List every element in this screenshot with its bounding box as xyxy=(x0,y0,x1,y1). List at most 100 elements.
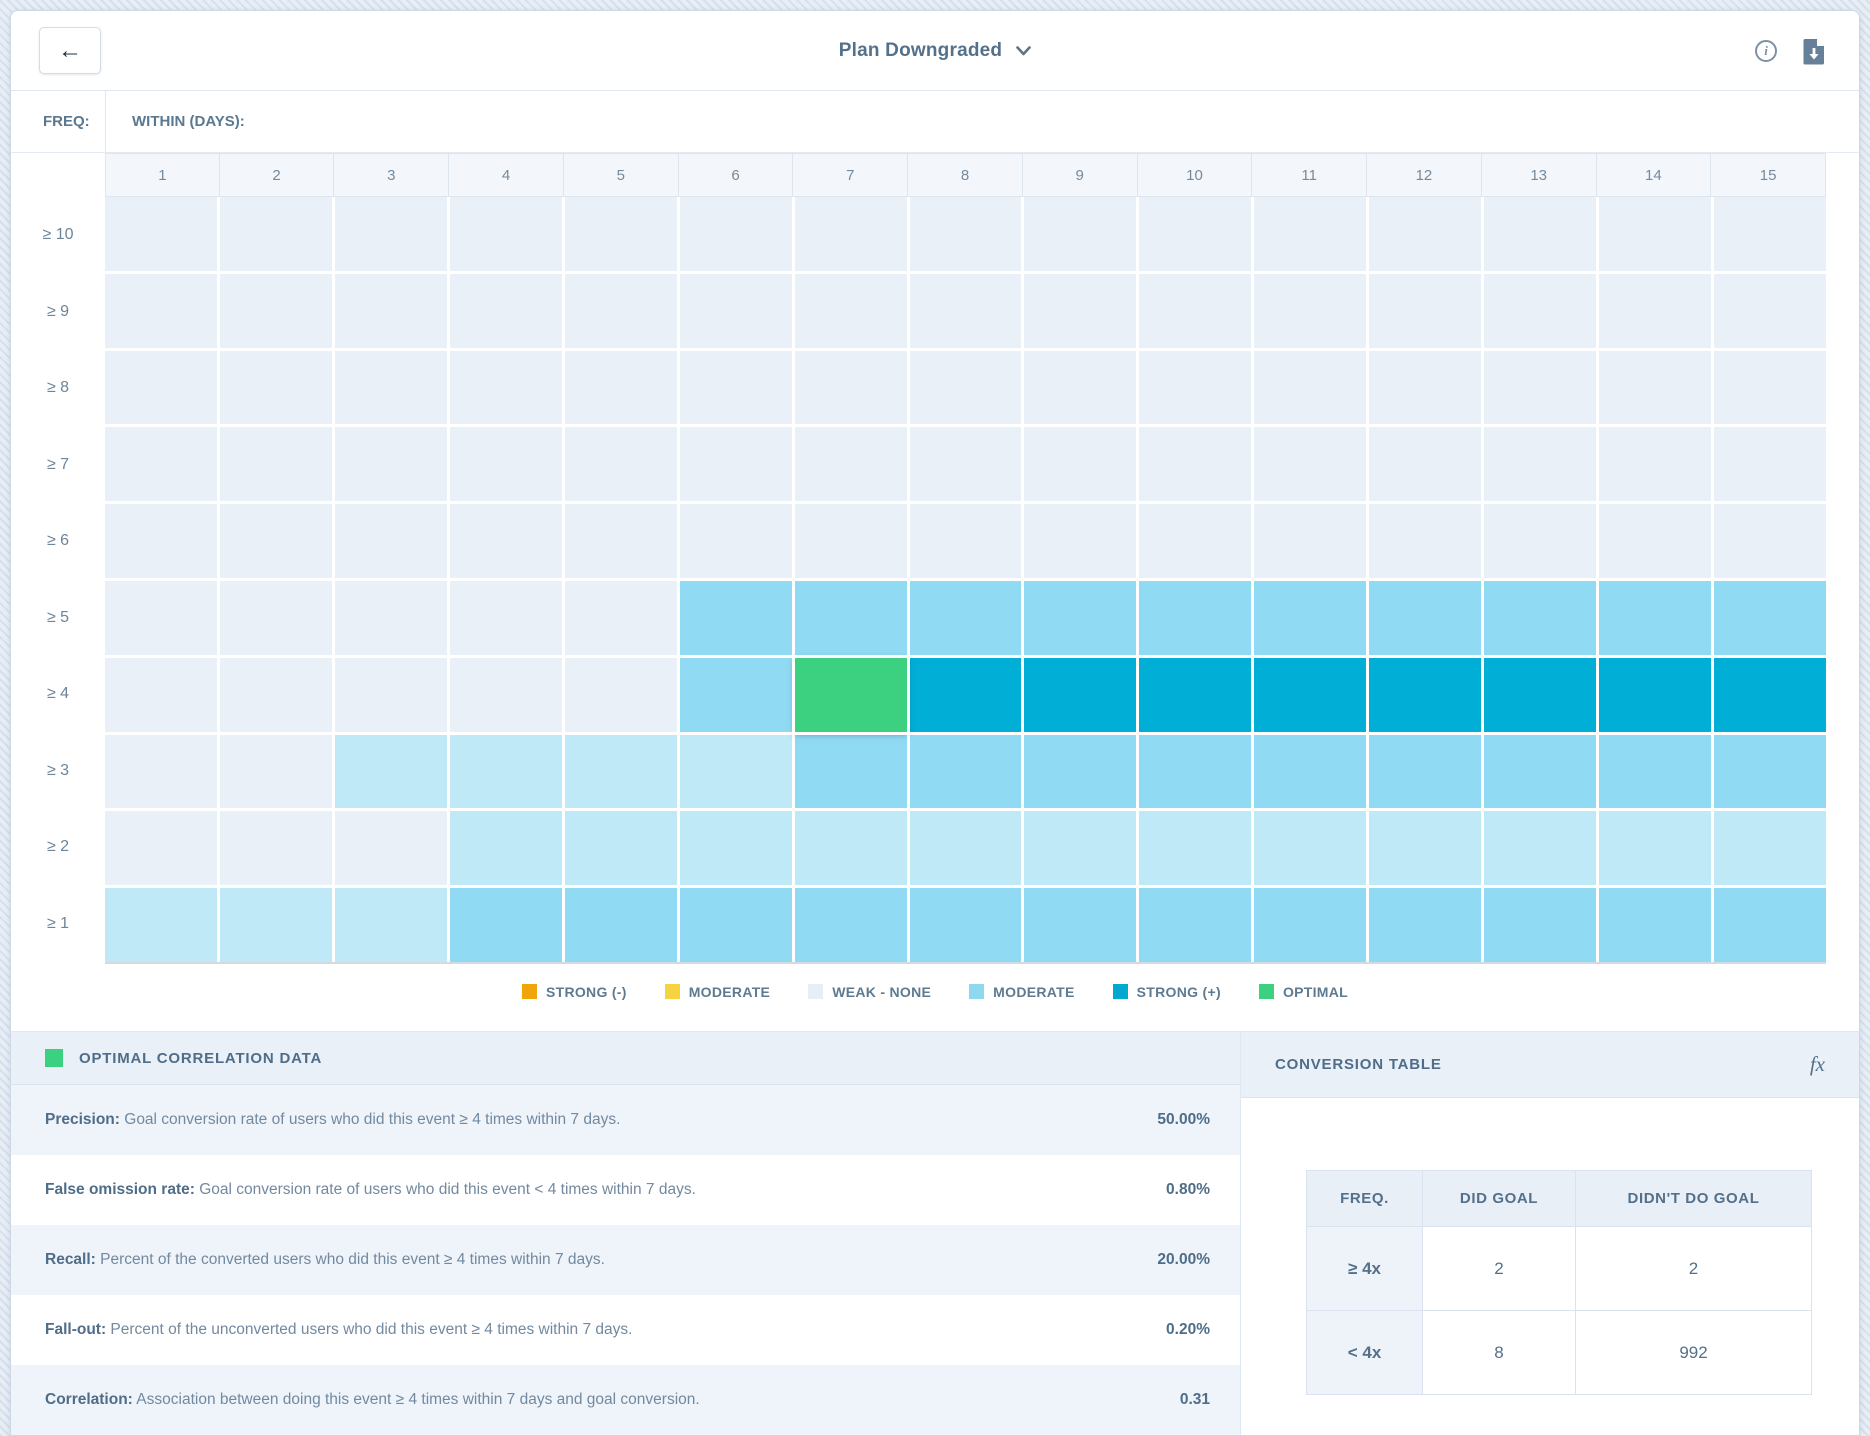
heatmap-cell[interactable] xyxy=(1024,735,1136,809)
heatmap-cell[interactable] xyxy=(1254,811,1366,885)
heatmap-cell[interactable] xyxy=(1139,811,1251,885)
heatmap-cell[interactable] xyxy=(1714,351,1826,425)
heatmap-cell[interactable] xyxy=(910,427,1022,501)
heatmap-cell[interactable] xyxy=(1599,504,1711,578)
heatmap-cell[interactable] xyxy=(335,888,447,962)
heatmap-cell[interactable] xyxy=(910,274,1022,348)
heatmap-cell[interactable] xyxy=(1254,581,1366,655)
heatmap-cell[interactable] xyxy=(1254,735,1366,809)
heatmap-cell[interactable] xyxy=(220,735,332,809)
heatmap-cell[interactable] xyxy=(1599,581,1711,655)
heatmap-cell[interactable] xyxy=(1024,888,1136,962)
heatmap-cell[interactable] xyxy=(1139,351,1251,425)
heatmap-cell[interactable] xyxy=(1139,197,1251,271)
heatmap-cell[interactable] xyxy=(680,504,792,578)
heatmap-cell[interactable] xyxy=(1714,274,1826,348)
heatmap-cell[interactable] xyxy=(1714,197,1826,271)
heatmap-cell[interactable] xyxy=(795,197,907,271)
heatmap-cell[interactable] xyxy=(1599,811,1711,885)
heatmap-cell[interactable] xyxy=(565,197,677,271)
heatmap-cell[interactable] xyxy=(1139,581,1251,655)
heatmap-cell[interactable] xyxy=(680,581,792,655)
heatmap-cell[interactable] xyxy=(910,735,1022,809)
heatmap-cell[interactable] xyxy=(910,504,1022,578)
info-icon[interactable]: i xyxy=(1755,40,1777,62)
heatmap-cell[interactable] xyxy=(1024,504,1136,578)
heatmap-cell[interactable] xyxy=(1484,197,1596,271)
heatmap-cell[interactable] xyxy=(335,811,447,885)
heatmap-cell[interactable] xyxy=(220,888,332,962)
heatmap-cell[interactable] xyxy=(1024,274,1136,348)
heatmap-cell[interactable] xyxy=(450,888,562,962)
heatmap-cell[interactable] xyxy=(220,581,332,655)
heatmap-cell[interactable] xyxy=(1024,581,1136,655)
heatmap-cell[interactable] xyxy=(450,427,562,501)
heatmap-cell[interactable] xyxy=(1024,658,1136,732)
heatmap-cell[interactable] xyxy=(335,504,447,578)
heatmap-cell[interactable] xyxy=(450,504,562,578)
heatmap-cell[interactable] xyxy=(1484,888,1596,962)
heatmap-cell[interactable] xyxy=(565,504,677,578)
heatmap-cell[interactable] xyxy=(1714,735,1826,809)
heatmap-cell[interactable] xyxy=(450,274,562,348)
heatmap-cell[interactable] xyxy=(795,811,907,885)
heatmap-cell[interactable] xyxy=(1254,351,1366,425)
heatmap-cell[interactable] xyxy=(1484,427,1596,501)
heatmap-cell[interactable] xyxy=(335,581,447,655)
heatmap-cell[interactable] xyxy=(105,735,217,809)
heatmap-cell[interactable] xyxy=(565,581,677,655)
heatmap-cell[interactable] xyxy=(1254,504,1366,578)
heatmap-cell[interactable] xyxy=(105,888,217,962)
heatmap-cell[interactable] xyxy=(450,581,562,655)
heatmap-cell[interactable] xyxy=(450,197,562,271)
heatmap-cell[interactable] xyxy=(795,504,907,578)
heatmap-cell[interactable] xyxy=(1369,351,1481,425)
heatmap-cell[interactable] xyxy=(910,197,1022,271)
heatmap-cell[interactable] xyxy=(680,658,792,732)
heatmap-cell[interactable] xyxy=(1369,274,1481,348)
heatmap-cell[interactable] xyxy=(1369,427,1481,501)
heatmap-cell[interactable] xyxy=(910,351,1022,425)
heatmap-cell[interactable] xyxy=(450,735,562,809)
heatmap-cell[interactable] xyxy=(1024,351,1136,425)
download-icon[interactable] xyxy=(1803,38,1825,65)
heatmap-cell[interactable] xyxy=(1714,504,1826,578)
heatmap-cell[interactable] xyxy=(565,888,677,962)
heatmap-cell[interactable] xyxy=(1139,504,1251,578)
heatmap-cell[interactable] xyxy=(565,735,677,809)
heatmap-cell[interactable] xyxy=(1599,735,1711,809)
heatmap-cell[interactable] xyxy=(680,888,792,962)
heatmap-cell[interactable] xyxy=(105,811,217,885)
heatmap-cell[interactable] xyxy=(1714,658,1826,732)
heatmap-cell[interactable] xyxy=(680,811,792,885)
heatmap-cell[interactable] xyxy=(910,581,1022,655)
heatmap-cell[interactable] xyxy=(1484,735,1596,809)
heatmap-cell[interactable] xyxy=(1484,504,1596,578)
heatmap-cell[interactable] xyxy=(1139,427,1251,501)
heatmap-cell[interactable] xyxy=(1369,888,1481,962)
heatmap-cell[interactable] xyxy=(220,658,332,732)
heatmap-cell[interactable] xyxy=(105,197,217,271)
heatmap-cell[interactable] xyxy=(1024,811,1136,885)
heatmap-cell[interactable] xyxy=(335,735,447,809)
heatmap-cell[interactable] xyxy=(1599,274,1711,348)
heatmap-cell[interactable] xyxy=(680,427,792,501)
heatmap-cell[interactable] xyxy=(1254,658,1366,732)
heatmap-cell[interactable] xyxy=(220,197,332,271)
heatmap-cell[interactable] xyxy=(1484,581,1596,655)
heatmap-cell[interactable] xyxy=(680,351,792,425)
formula-fx-icon[interactable]: fx xyxy=(1810,1052,1825,1077)
heatmap-cell[interactable] xyxy=(220,427,332,501)
heatmap-cell[interactable] xyxy=(680,274,792,348)
heatmap-cell[interactable] xyxy=(1369,811,1481,885)
heatmap-cell[interactable] xyxy=(1599,197,1711,271)
heatmap-cell[interactable] xyxy=(795,427,907,501)
heatmap-cell[interactable] xyxy=(1369,735,1481,809)
heatmap-cell[interactable] xyxy=(795,274,907,348)
heatmap-cell[interactable] xyxy=(1254,888,1366,962)
heatmap-cell[interactable] xyxy=(1254,197,1366,271)
heatmap-cell[interactable] xyxy=(450,658,562,732)
heatmap-cell[interactable] xyxy=(450,351,562,425)
heatmap-cell[interactable] xyxy=(1714,581,1826,655)
heatmap-cell[interactable] xyxy=(565,427,677,501)
